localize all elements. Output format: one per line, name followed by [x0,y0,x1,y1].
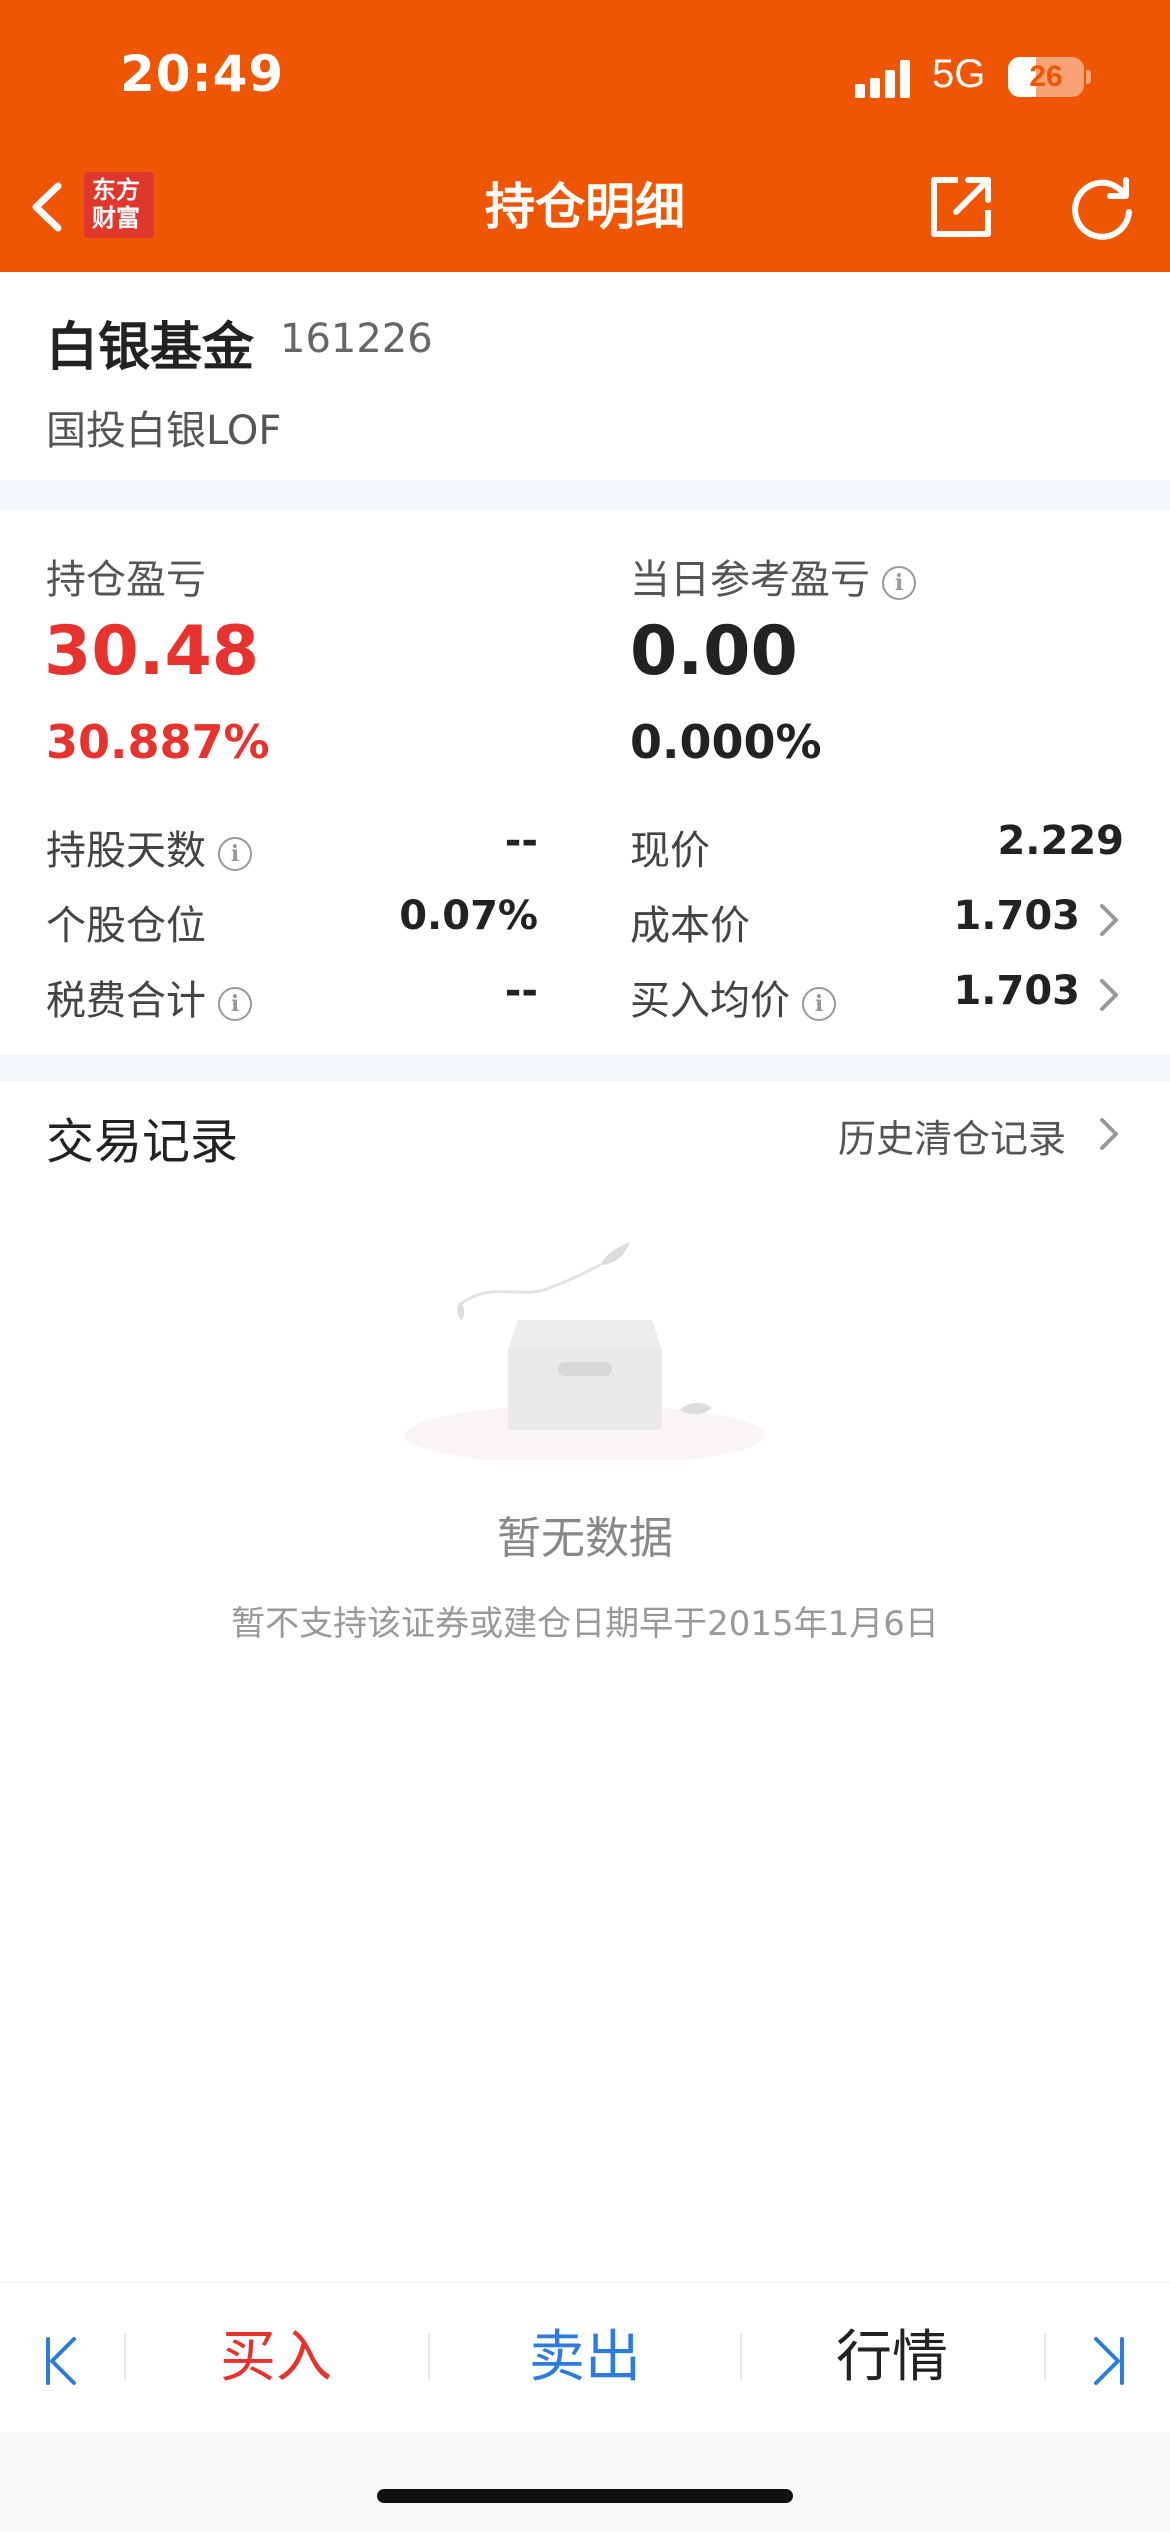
skip-last-icon [1094,2336,1124,2385]
empty-state-title: 暂无数据 [497,1513,673,1564]
market-button[interactable]: 行情 [742,2283,1042,2433]
chevron-right-icon[interactable] [1096,1114,1122,1154]
empty-state-subtitle: 暂不支持该证券或建仓日期早于2015年1月6日 [231,1604,939,1644]
daily-profit-value: 0.00 [630,612,798,691]
history-clear-link[interactable]: 历史清仓记录 [838,1108,1066,1163]
first-button[interactable] [20,2283,100,2433]
tax-total-label: 税费合计 [46,978,206,1024]
network-label: 5G [932,52,986,96]
battery-icon: 26 [1008,57,1084,97]
daily-profit-label: 当日参考盈亏 [630,557,870,603]
info-icon[interactable]: i [218,987,252,1021]
cost-price-label[interactable]: 成本价 [630,893,750,951]
daily-profit-label-wrap: 当日参考盈亏 i [630,547,916,605]
hold-days-value: -- [504,818,538,864]
info-icon[interactable]: i [218,837,252,871]
chevron-right-icon[interactable] [1096,900,1122,940]
daily-profit-percent: 0.000% [630,715,822,769]
bottom-action-bar: 买入 卖出 行情 [0,2282,1170,2433]
empty-box-icon [405,1242,765,1460]
refresh-button[interactable] [1068,174,1136,242]
position-ratio-label: 个股仓位 [46,903,206,949]
hold-profit-percent: 30.887% [46,715,270,769]
info-icon[interactable]: i [802,987,836,1021]
app-header: 20:49 5G 26 东方 财富 持仓明细 [0,0,1170,272]
avg-buy-price-label-wrap[interactable]: 买入均价 i [630,968,836,1026]
page-title: 持仓明细 [485,178,685,236]
buy-button[interactable]: 买入 [126,2283,426,2433]
section-divider [0,480,1170,510]
avg-buy-price-value[interactable]: 1.703 [880,968,1080,1014]
share-icon [931,177,991,237]
share-button[interactable] [928,174,994,240]
bar-divider [1044,2333,1046,2381]
fund-code: 161226 [280,316,433,362]
fund-name: 白银基金 [46,318,255,378]
hold-profit-label: 持仓盈亏 [46,557,206,603]
battery-level: 26 [1029,60,1063,93]
hold-days-label: 持股天数 [46,828,206,874]
refresh-icon [1072,177,1132,240]
current-price-label: 现价 [630,828,710,874]
sell-button[interactable]: 卖出 [430,2283,740,2433]
signal-icon [855,60,915,98]
current-price-value: 2.229 [997,818,1124,864]
trade-records-title: 交易记录 [46,1114,239,1170]
battery-tip [1086,70,1091,84]
skip-first-icon [46,2336,76,2385]
hold-days-label-wrap: 持股天数 i [46,818,252,876]
home-indicator[interactable] [377,2489,793,2503]
last-button[interactable] [1070,2283,1150,2433]
position-ratio-value: 0.07% [399,893,538,939]
tax-total-value: -- [504,968,538,1014]
info-icon[interactable]: i [882,566,916,600]
fund-full-name: 国投白银LOF [46,408,282,454]
status-time: 20:49 [120,45,285,103]
bottom-safe-area [0,2432,1170,2532]
chevron-right-icon[interactable] [1096,975,1122,1015]
section-divider [0,1055,1170,1081]
avg-buy-price-label: 买入均价 [630,978,790,1024]
cost-price-value[interactable]: 1.703 [880,893,1080,939]
hold-profit-value: 30.48 [44,612,260,691]
tax-total-label-wrap: 税费合计 i [46,968,252,1026]
